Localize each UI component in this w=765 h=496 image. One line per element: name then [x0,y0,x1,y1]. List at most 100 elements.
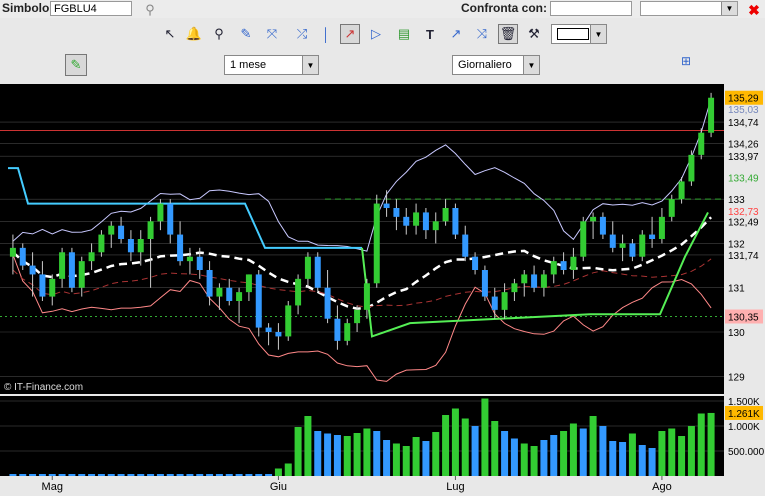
candle [580,221,587,257]
volume-bar [255,474,263,476]
candle [452,208,459,235]
candle [383,203,390,208]
candle [599,216,606,235]
search-icon[interactable]: ⚲ [140,0,160,20]
trendline-icon[interactable]: ↗ [340,24,360,44]
close-icon[interactable]: ✖ [744,0,764,20]
chart-area[interactable]: 134,74 134,26 133,97 133 132,49 132131,74 131 1… [0,82,765,496]
candle [186,256,193,262]
candle [472,256,479,270]
candle [668,199,675,217]
price-marker: 132,73 [728,207,759,218]
add-panel-icon[interactable]: ⊞ [676,51,696,71]
volume-bar [481,398,489,476]
chevron-down-icon[interactable]: ▼ [523,56,539,74]
price-marker: 133,49 [728,173,759,184]
volume-bar [687,426,695,476]
pointer-icon[interactable]: ↖ [160,24,180,44]
price-label: 129 [728,372,745,383]
arrow-tool-icon[interactable]: ↗ [446,24,466,44]
volume-bar [638,445,646,476]
candle [462,234,469,257]
period-value: 1 mese [230,59,267,71]
candle [304,256,311,279]
volume-bar [540,440,548,476]
candle [167,203,174,235]
candle [521,274,528,284]
x-label: Giu [270,481,287,493]
candle [295,278,302,306]
volume-bar [186,474,194,476]
candle [245,274,252,293]
drawing-toolbar: ↖ 🔔 ⚲ ✎ ⤧ ⤮ │ ↗ ▷ ▤ T ↗ ⤨ 🗑 ⚒ ▼ [0,20,765,48]
volume-bar [442,415,450,476]
volume-bar [117,474,125,476]
volume-bar [304,416,312,476]
chevron-down-icon[interactable]: ▼ [302,56,318,74]
candle [422,212,429,231]
candle [314,256,321,288]
volume-bar [579,428,587,476]
volume-bar [412,437,420,476]
multi-line-icon[interactable]: ⤮ [292,24,312,44]
candle [639,234,646,257]
volume-bar [353,433,361,476]
compare-select[interactable]: ▼ [640,1,738,16]
volume-bar [363,428,371,476]
volume-bar [451,408,459,476]
candle [29,265,36,275]
candle [619,243,626,248]
volume-bar [422,441,430,476]
pencil-icon[interactable]: ✎ [236,24,256,44]
color-picker[interactable]: ▼ [551,24,607,44]
candle [9,247,16,257]
volume-bar [225,474,233,476]
volume-bar [107,474,115,476]
candle [137,239,144,253]
period-select[interactable]: 1 mese ▼ [224,55,319,75]
volume-bar [235,474,243,476]
compare-input[interactable] [550,1,632,16]
chevron-down-icon[interactable]: ▼ [721,2,737,15]
fibonacci-fan-icon[interactable]: ▷ [366,24,386,44]
candle [708,97,715,133]
line-tool-icon[interactable]: ⤧ [262,24,282,44]
indicator-list-icon[interactable]: ▤ [394,24,414,44]
trash-icon[interactable]: 🗑 [498,24,518,44]
candle [481,270,488,297]
volume-bar [147,474,155,476]
candle [334,318,341,341]
volume-bar [697,413,705,476]
candle [39,274,46,297]
candle [98,234,105,253]
price-label: 133 [728,195,745,206]
volume-bar [38,474,46,476]
candle [413,212,420,226]
volume-bar [19,474,27,476]
price-label: 132 [728,239,745,250]
text-tool-icon[interactable]: T [420,24,440,44]
alarm-bell-icon[interactable]: 🔔 [184,24,204,44]
volume-bar [569,423,577,476]
vertical-line-icon[interactable]: │ [316,24,336,44]
tools-icon[interactable]: ⚒ [524,24,544,44]
candle [658,216,665,239]
volume-bar [432,432,440,476]
candle [68,252,75,288]
chevron-down-icon[interactable]: ▼ [590,25,606,43]
candle [285,305,292,337]
volume-bar [97,474,105,476]
draw-settings-icon[interactable]: ✎ [65,54,87,76]
price-marker: 135,03 [728,105,759,116]
candle [540,274,547,288]
multi-arrow-icon[interactable]: ⤨ [472,24,492,44]
interval-value: Giornaliero [458,59,512,71]
symbol-input[interactable]: FGBLU4 [50,1,132,16]
candle [78,261,85,288]
interval-select[interactable]: Giornaliero ▼ [452,55,540,75]
volume-bar [58,474,66,476]
volume-bar [678,436,686,476]
volume-bar [265,474,273,476]
zoom-icon[interactable]: ⚲ [209,24,229,44]
volume-bar [402,446,410,476]
